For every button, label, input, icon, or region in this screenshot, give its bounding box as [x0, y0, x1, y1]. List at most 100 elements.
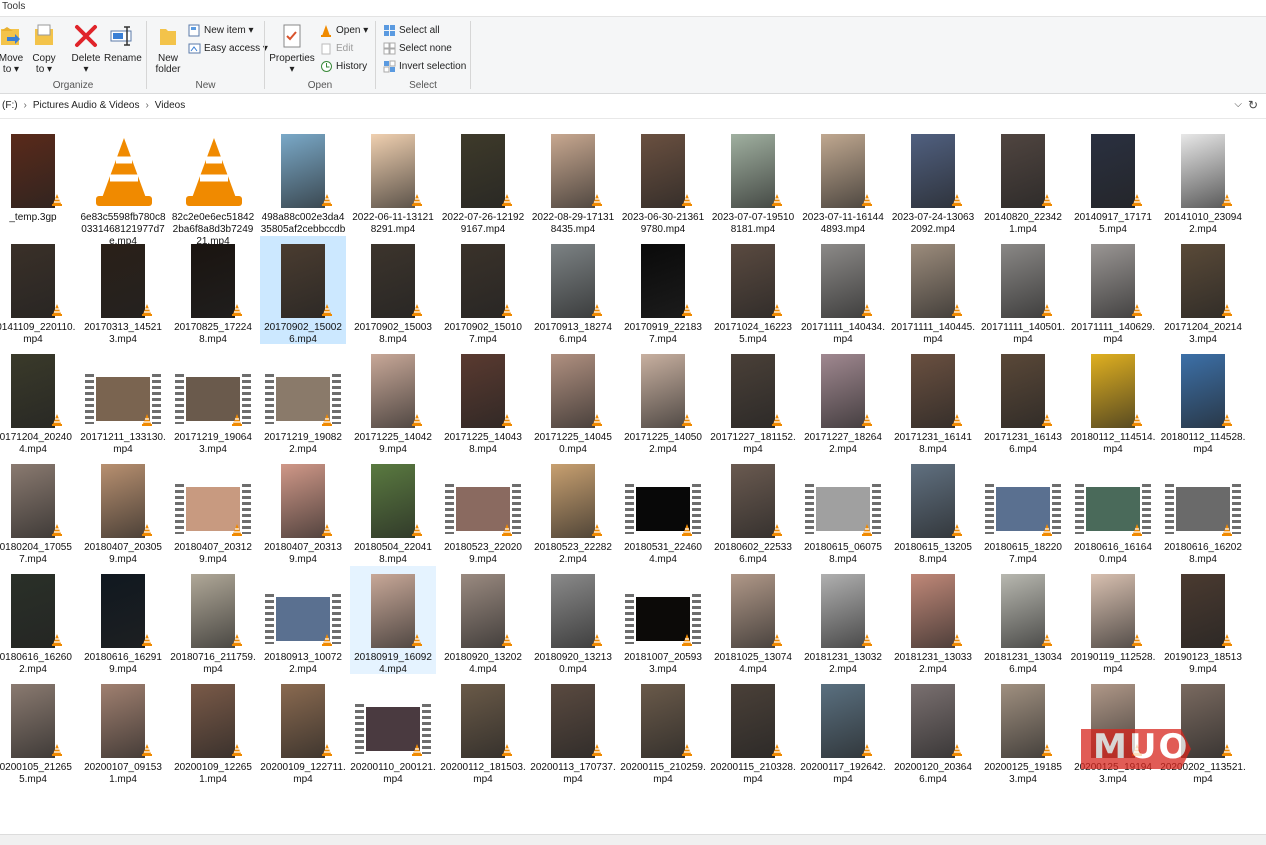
file-item[interactable]: 20171211_133130.mp4 [80, 346, 166, 455]
open-button[interactable]: Open ▾ [319, 22, 368, 38]
address-bar[interactable]: (F:) › Pictures Audio & Videos › Videos ⌵ ↻ [0, 96, 1266, 119]
file-item[interactable]: 20170919_221837.mp4 [620, 236, 706, 345]
file-item[interactable]: 20200125_191853.mp4 [980, 676, 1066, 785]
history-button[interactable]: History [319, 58, 367, 74]
move-to-button[interactable]: Move to ▾ [0, 21, 26, 75]
file-item[interactable]: 20170313_145213.mp4 [80, 236, 166, 345]
file-item[interactable]: 20170902_150038.mp4 [350, 236, 436, 345]
file-item[interactable]: 20171225_140450.mp4 [530, 346, 616, 455]
file-item[interactable]: 20200110_200121.mp4 [350, 676, 436, 785]
file-item[interactable]: 20180204_170557.mp4 [0, 456, 76, 565]
file-item[interactable]: 20200105_212655.mp4 [0, 676, 76, 785]
file-item[interactable]: 20171225_140502.mp4 [620, 346, 706, 455]
address-dropdown-chevron-icon[interactable]: ⌵ [1234, 99, 1242, 110]
new-item-button[interactable]: New item ▾ [187, 22, 253, 38]
breadcrumb-pictures-audio-videos[interactable]: Pictures Audio & Videos [33, 100, 140, 111]
file-item[interactable]: 20171111_140445.mp4 [890, 236, 976, 345]
file-item[interactable]: 20200109_122711.mp4 [260, 676, 346, 785]
file-item[interactable]: 20141010_230942.mp4 [1160, 126, 1246, 235]
file-item[interactable]: 20180616_162919.mp4 [80, 566, 166, 675]
copy-to-button[interactable]: Copy to ▾ [30, 21, 58, 75]
file-item[interactable]: 20140820_223421.mp4 [980, 126, 1066, 235]
properties-button[interactable]: Properties ▾ [269, 21, 315, 75]
file-item[interactable]: 20180407_203129.mp4 [170, 456, 256, 565]
file-item[interactable]: 20200113_170737.mp4 [530, 676, 616, 785]
file-item[interactable]: 20170902_150026.mp4 [260, 236, 346, 345]
file-item[interactable]: 20171219_190822.mp4 [260, 346, 346, 455]
edit-button[interactable]: Edit [319, 40, 353, 56]
file-item[interactable]: 20181231_130322.mp4 [800, 566, 886, 675]
file-item[interactable]: 20200109_122651.mp4 [170, 676, 256, 785]
breadcrumb-videos[interactable]: Videos [155, 100, 185, 111]
breadcrumb-drive[interactable]: (F:) [2, 100, 18, 111]
file-item[interactable]: 20180112_114514.mp4 [1070, 346, 1156, 455]
file-item[interactable]: 2023-07-11-161444893.mp4 [800, 126, 886, 235]
file-item[interactable]: 2022-07-26-121929167.mp4 [440, 126, 526, 235]
file-item[interactable]: 20180920_132024.mp4 [440, 566, 526, 675]
file-item[interactable]: 20190119_112528.mp4 [1070, 566, 1156, 675]
file-item[interactable]: 20171227_181152.mp4 [710, 346, 796, 455]
file-item[interactable]: 20180920_132130.mp4 [530, 566, 616, 675]
file-item[interactable]: 20180615_132058.mp4 [890, 456, 976, 565]
file-item[interactable]: 20181231_130332.mp4 [890, 566, 976, 675]
file-item[interactable]: 20171111_140501.mp4 [980, 236, 1066, 345]
file-item[interactable]: 20171225_140438.mp4 [440, 346, 526, 455]
file-item[interactable]: 82c2e0e6ec518422ba6f8a8d3b724921.mp4 [170, 126, 256, 247]
file-item[interactable]: 20180407_203059.mp4 [80, 456, 166, 565]
file-item[interactable]: 498a88c002e3da435805af2cebbccdb7.mp4 [260, 126, 346, 247]
file-item[interactable]: 2022-06-11-131218291.mp4 [350, 126, 436, 235]
file-item[interactable]: 20200120_203646.mp4 [890, 676, 976, 785]
file-item[interactable]: 20181007_205933.mp4 [620, 566, 706, 675]
file-item[interactable]: 20200115_210328.mp4 [710, 676, 796, 785]
file-item[interactable]: 20180523_220209.mp4 [440, 456, 526, 565]
file-item[interactable]: 20171231_161436.mp4 [980, 346, 1066, 455]
file-item[interactable]: 20171024_162235.mp4 [710, 236, 796, 345]
file-item[interactable]: 20171204_202404.mp4 [0, 346, 76, 455]
file-item[interactable]: 20171225_140429.mp4 [350, 346, 436, 455]
file-item[interactable]: 20190123_185139.mp4 [1160, 566, 1246, 675]
file-item[interactable]: 20180504_220418.mp4 [350, 456, 436, 565]
file-item[interactable]: 20180531_224604.mp4 [620, 456, 706, 565]
file-item[interactable]: 20200117_192642.mp4 [800, 676, 886, 785]
select-none-button[interactable]: Select none [382, 40, 452, 56]
file-item[interactable]: 20180616_161640.mp4 [1070, 456, 1156, 565]
file-item[interactable]: 20180523_222822.mp4 [530, 456, 616, 565]
file-item[interactable]: 20170913_182746.mp4 [530, 236, 616, 345]
file-item[interactable]: 20180716_211759.mp4 [170, 566, 256, 675]
file-item[interactable]: 20180919_160924.mp4 [350, 566, 436, 675]
file-item[interactable]: 20171231_161418.mp4 [890, 346, 976, 455]
file-item[interactable]: 20180615_060758.mp4 [800, 456, 886, 565]
file-item[interactable]: 20171219_190643.mp4 [170, 346, 256, 455]
file-item[interactable]: 20181025_130744.mp4 [710, 566, 796, 675]
file-item[interactable]: 20180616_162028.mp4 [1160, 456, 1246, 565]
file-item[interactable]: 20180615_182207.mp4 [980, 456, 1066, 565]
file-item[interactable]: 20180602_225336.mp4 [710, 456, 796, 565]
file-item[interactable]: 20170902_150107.mp4 [440, 236, 526, 345]
file-item[interactable]: 2023-07-07-195108181.mp4 [710, 126, 796, 235]
file-item[interactable]: 20180112_114528.mp4 [1160, 346, 1246, 455]
file-item[interactable]: 20200112_181503.mp4 [440, 676, 526, 785]
invert-selection-button[interactable]: Invert selection [382, 58, 466, 74]
file-item[interactable]: 20141109_220110.mp4 [0, 236, 76, 345]
file-item[interactable]: 20181231_130346.mp4 [980, 566, 1066, 675]
file-item[interactable]: 20200107_091531.mp4 [80, 676, 166, 785]
rename-button[interactable]: Rename [104, 21, 142, 64]
file-item[interactable]: 20180913_100722.mp4 [260, 566, 346, 675]
file-item[interactable]: 20171204_202143.mp4 [1160, 236, 1246, 345]
file-item[interactable]: 20180407_203139.mp4 [260, 456, 346, 565]
file-item[interactable]: 2023-07-24-130632092.mp4 [890, 126, 976, 235]
new-folder-button[interactable]: New folder [151, 21, 185, 75]
file-item[interactable]: 6e83c5598fb780c80331468121977d7e.mp4 [80, 126, 166, 247]
refresh-icon[interactable]: ↻ [1248, 98, 1258, 112]
file-item[interactable]: 20170825_172248.mp4 [170, 236, 256, 345]
select-all-button[interactable]: Select all [382, 22, 440, 38]
easy-access-button[interactable]: Easy access ▾ [187, 40, 268, 56]
file-item[interactable]: 2022-08-29-171318435.mp4 [530, 126, 616, 235]
file-item[interactable]: 20171111_140629.mp4 [1070, 236, 1156, 345]
file-item[interactable]: 20171227_182642.mp4 [800, 346, 886, 455]
file-item[interactable]: 20200115_210259.mp4 [620, 676, 706, 785]
tab-tools[interactable]: Tools [0, 1, 27, 12]
file-item[interactable]: _temp.3gp [0, 126, 76, 234]
file-item[interactable]: 20171111_140434.mp4 [800, 236, 886, 345]
file-item[interactable]: 2023-06-30-213619780.mp4 [620, 126, 706, 235]
